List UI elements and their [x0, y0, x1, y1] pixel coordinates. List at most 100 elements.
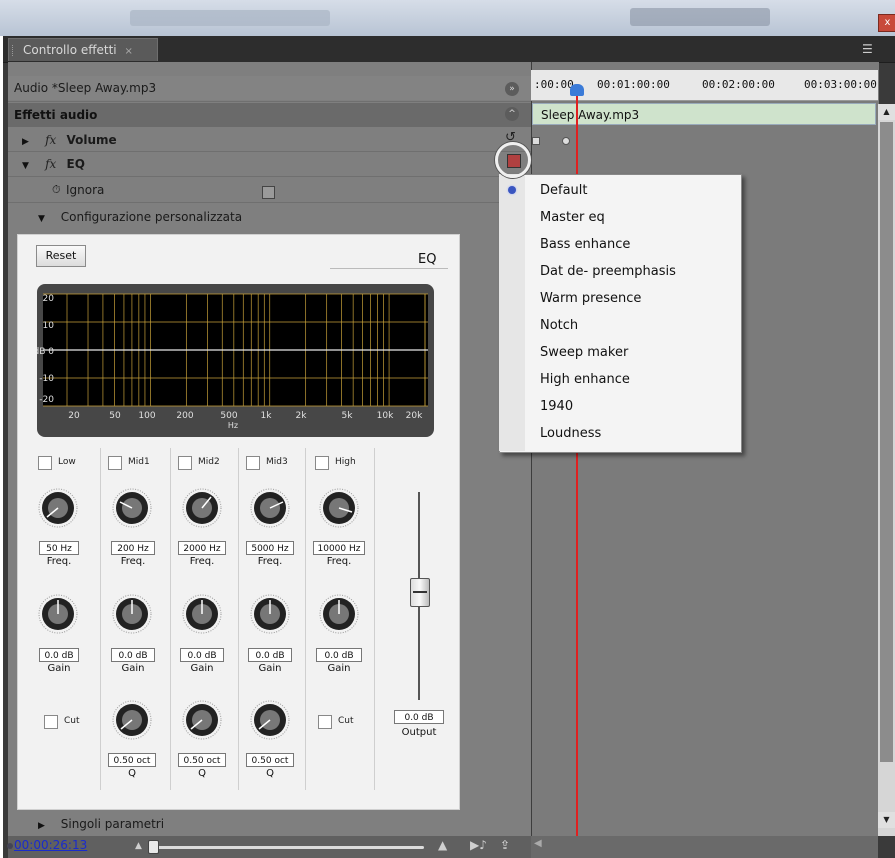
- gain-value-high[interactable]: 0.0 dB: [316, 648, 362, 662]
- freq-value-mid2[interactable]: 2000 Hz: [178, 541, 226, 555]
- freq-label: Freq.: [189, 556, 215, 567]
- preset-menu-item[interactable]: Default: [540, 177, 588, 204]
- preset-menu-item[interactable]: Bass enhance: [540, 231, 630, 258]
- show-timeline-icon[interactable]: »: [505, 82, 519, 96]
- cut-checkbox-low[interactable]: [44, 715, 58, 729]
- gain-value-mid3[interactable]: 0.0 dB: [248, 648, 292, 662]
- expand-triangle-icon[interactable]: ▶: [38, 814, 45, 838]
- graph-y-label: 10: [43, 321, 55, 331]
- export-icon[interactable]: ⇪: [500, 838, 510, 852]
- band-divider: [374, 448, 375, 790]
- q-value-mid2[interactable]: 0.50 oct: [178, 753, 226, 767]
- gain-label: Gain: [47, 663, 71, 674]
- clip-bar[interactable]: Sleep Away.mp3: [532, 103, 876, 125]
- band-enable-checkbox-high[interactable]: [315, 456, 329, 470]
- q-value-mid1[interactable]: 0.50 oct: [108, 753, 156, 767]
- preset-menu-item[interactable]: Sweep maker: [540, 339, 628, 366]
- scroll-down-icon[interactable]: ▼: [878, 812, 895, 828]
- window-close-icon[interactable]: x: [878, 14, 895, 32]
- playhead-marker[interactable]: [570, 84, 584, 96]
- collapse-triangle-icon[interactable]: ▼: [22, 154, 29, 178]
- band-name-mid2: Mid2: [198, 457, 220, 467]
- horizontal-scrollbar[interactable]: [531, 836, 878, 858]
- ignora-checkbox[interactable]: [262, 186, 275, 199]
- fx-icon[interactable]: fx: [45, 157, 56, 171]
- gain-value-low[interactable]: 0.0 dB: [39, 648, 79, 662]
- freq-knob-mid3[interactable]: [250, 488, 290, 528]
- zoom-in-icon[interactable]: ▲: [438, 838, 447, 852]
- play-audio-icon[interactable]: ▶♪: [470, 838, 487, 852]
- panel-menu-icon[interactable]: ☰: [862, 42, 880, 56]
- gain-label: Gain: [121, 663, 145, 674]
- custom-setup-row[interactable]: ▼ Configurazione personalizzata: [8, 205, 531, 229]
- gain-knob-high[interactable]: [319, 594, 359, 634]
- gain-knob-mid2[interactable]: [182, 594, 222, 634]
- titlebar-blur-right: [630, 8, 770, 26]
- preset-menu-item[interactable]: Notch: [540, 312, 578, 339]
- q-knob-mid1[interactable]: [112, 700, 152, 740]
- presets-button-icon[interactable]: [507, 154, 521, 168]
- zoom-out-icon[interactable]: ▲: [135, 841, 142, 851]
- preset-menu-item[interactable]: Master eq: [540, 204, 605, 231]
- preset-menu-item[interactable]: Warm presence: [540, 285, 641, 312]
- freq-label: Freq.: [120, 556, 146, 567]
- scrollbar-thumb[interactable]: [880, 122, 893, 762]
- keyframe-icon[interactable]: [562, 137, 570, 145]
- divider: [8, 101, 531, 102]
- preset-menu-item[interactable]: Loudness: [540, 420, 601, 447]
- gain-value-mid2[interactable]: 0.0 dB: [180, 648, 224, 662]
- gain-knob-mid3[interactable]: [250, 594, 290, 634]
- scroll-up-icon[interactable]: ▲: [878, 104, 895, 120]
- titlebar-blur-left: [130, 10, 330, 26]
- q-label: Q: [266, 768, 274, 779]
- band-enable-checkbox-mid2[interactable]: [178, 456, 192, 470]
- freq-label: Freq.: [326, 556, 352, 567]
- scroll-left-icon[interactable]: ◀: [534, 838, 542, 849]
- preset-menu-item[interactable]: 1940: [540, 393, 573, 420]
- freq-knob-low[interactable]: [38, 488, 78, 528]
- freq-knob-high[interactable]: [319, 488, 359, 528]
- tab-label: Controllo effetti: [23, 43, 117, 57]
- gain-knob-mid1[interactable]: [112, 594, 152, 634]
- preset-menu-item[interactable]: Dat de- preemphasis: [540, 258, 676, 285]
- zoom-slider-track[interactable]: [152, 846, 424, 849]
- tab-close-icon[interactable]: ×: [124, 46, 132, 57]
- freq-knob-mid2[interactable]: [182, 488, 222, 528]
- preset-menu-item[interactable]: High enhance: [540, 366, 630, 393]
- freq-value-mid3[interactable]: 5000 Hz: [246, 541, 294, 555]
- output-fader-thumb[interactable]: [410, 578, 430, 607]
- band-enable-checkbox-mid3[interactable]: [246, 456, 260, 470]
- freq-value-low[interactable]: 50 Hz: [39, 541, 79, 555]
- collapse-triangle-icon[interactable]: ▼: [38, 207, 45, 231]
- effect-row-eq[interactable]: ▼ fx EQ: [8, 152, 531, 176]
- individual-params-row[interactable]: ▶ Singoli parametri: [8, 812, 531, 836]
- band-divider: [305, 448, 306, 790]
- fx-icon[interactable]: fx: [45, 133, 56, 147]
- q-knob-mid3[interactable]: [250, 700, 290, 740]
- divider: [8, 176, 531, 177]
- eq-reset-button[interactable]: Reset: [36, 245, 86, 267]
- q-knob-mid2[interactable]: [182, 700, 222, 740]
- current-timecode[interactable]: 00:00:26:13: [14, 838, 87, 852]
- tab-grip-icon[interactable]: [12, 45, 16, 56]
- band-enable-checkbox-low[interactable]: [38, 456, 52, 470]
- collapse-icon[interactable]: ^: [505, 107, 519, 121]
- cut-checkbox-high[interactable]: [318, 715, 332, 729]
- gain-value-mid1[interactable]: 0.0 dB: [111, 648, 155, 662]
- zoom-slider-thumb[interactable]: [148, 840, 159, 854]
- gain-knob-low[interactable]: [38, 594, 78, 634]
- effect-row-volume[interactable]: ▶ fx Volume: [8, 128, 531, 152]
- effect-name-volume: Volume: [66, 133, 117, 147]
- q-value-mid3[interactable]: 0.50 oct: [246, 753, 294, 767]
- band-name-mid3: Mid3: [266, 457, 288, 467]
- freq-knob-mid1[interactable]: [112, 488, 152, 528]
- graph-y-label: 20: [43, 294, 55, 304]
- output-value[interactable]: 0.0 dB: [394, 710, 444, 724]
- freq-value-mid1[interactable]: 200 Hz: [111, 541, 155, 555]
- band-enable-checkbox-mid1[interactable]: [108, 456, 122, 470]
- tab-controllo-effetti[interactable]: Controllo effetti ×: [8, 38, 158, 61]
- freq-value-high[interactable]: 10000 Hz: [313, 541, 365, 555]
- keyframe-icon[interactable]: [532, 137, 540, 145]
- custom-setup-label: Configurazione personalizzata: [60, 210, 243, 224]
- stopwatch-icon[interactable]: ⏱: [52, 178, 61, 202]
